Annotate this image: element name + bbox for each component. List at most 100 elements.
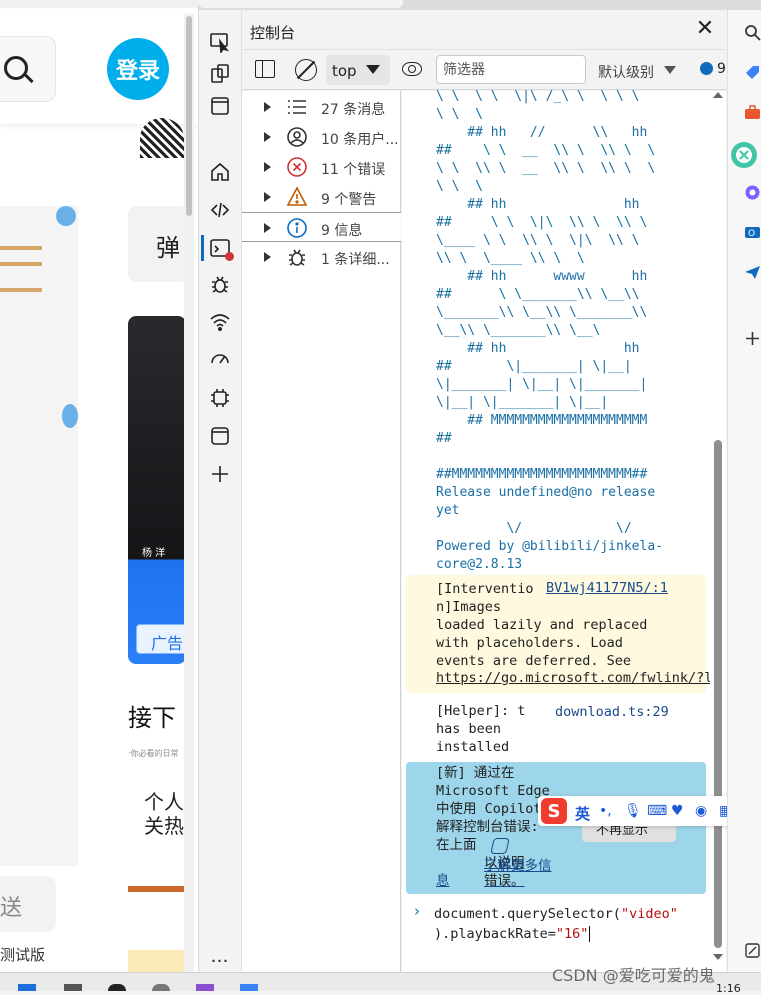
expand-arrow-icon[interactable] (264, 192, 271, 202)
console-input[interactable]: document.querySelector("video" ).playbac… (434, 904, 704, 944)
warning-icon (286, 186, 308, 208)
console-prompt-chevron-icon: › (414, 902, 420, 920)
beta-label[interactable]: 测试版 (0, 944, 45, 965)
recommend-card[interactable] (128, 950, 188, 972)
microphone-icon[interactable]: 🎙 (624, 803, 642, 819)
close-icon[interactable]: ✕ (693, 18, 717, 42)
console-scrollbar-thumb[interactable] (714, 440, 722, 948)
text-caret (589, 926, 590, 942)
console-filter-input[interactable] (436, 55, 586, 84)
recommend-card-text[interactable]: 个人 关热 (144, 790, 184, 838)
punctuation-icon[interactable]: •, (599, 803, 612, 819)
video-player-area[interactable] (0, 206, 78, 866)
home-icon[interactable] (206, 158, 234, 186)
eye-icon-pupil (408, 65, 416, 73)
taskbar-clock[interactable]: 1:16 (716, 982, 741, 995)
player-control-dot[interactable] (56, 206, 76, 226)
start-button-icon[interactable] (18, 984, 36, 991)
webpage-top-strip (0, 0, 198, 8)
sidebar-item-warnings[interactable]: 9 个警告 (242, 182, 401, 212)
expand-arrow-icon[interactable] (264, 162, 271, 172)
webpage-scrollbar-thumb[interactable] (186, 16, 192, 216)
more-tools-icon[interactable]: … (206, 942, 234, 970)
copilot-learn-more-link[interactable]: 了解更多信 (484, 854, 552, 874)
helper-source-link[interactable]: download.ts:29 (555, 704, 669, 720)
sidebar-item-info[interactable]: 9 信息 (242, 212, 401, 242)
search-icon[interactable] (744, 24, 761, 41)
shopping-tag-icon[interactable] (744, 64, 761, 81)
code-token: document.querySelector( (434, 906, 621, 922)
context-selector-value: top (332, 62, 357, 80)
scroll-up-arrow-icon[interactable] (713, 92, 723, 98)
expand-arrow-icon[interactable] (264, 102, 271, 112)
code-string-token: "video" (620, 906, 678, 922)
application-panel-icon[interactable] (206, 422, 234, 450)
inspect-element-icon[interactable] (206, 28, 234, 56)
outlook-icon[interactable]: O (744, 224, 761, 241)
elements-icon[interactable] (206, 196, 234, 224)
send-icon[interactable] (744, 264, 761, 281)
ime-language-toggle[interactable]: 英 (575, 803, 590, 824)
keyboard-icon[interactable]: ⌨ (647, 803, 667, 819)
sidebar-item-errors[interactable]: 11 个错误 (242, 152, 401, 182)
taskbar-app-icon[interactable] (108, 984, 126, 991)
expand-arrow-icon[interactable] (264, 252, 271, 262)
memory-chip-icon[interactable] (206, 384, 234, 412)
device-emulation-icon[interactable] (206, 60, 234, 88)
bug-icon (286, 246, 308, 268)
performance-gauge-icon[interactable] (206, 344, 234, 372)
sidebar-item-label: 1 条详细... (321, 252, 390, 268)
login-button[interactable]: 登录 (107, 38, 169, 100)
taskbar-app-icon[interactable] (64, 984, 82, 991)
taskbar-app-icon[interactable] (240, 984, 258, 991)
error-icon (286, 156, 308, 178)
warning-source-link[interactable]: BV1wj41177N5/:1 (546, 580, 668, 596)
devtools-activity-bar (198, 10, 242, 972)
taskbar-app-icon[interactable] (152, 984, 170, 991)
issues-chat-icon[interactable] (700, 62, 713, 75)
player-control-dot[interactable] (62, 404, 78, 428)
expand-arrow-icon[interactable] (264, 223, 271, 233)
danmu-button[interactable]: 弹 (128, 206, 188, 282)
uploader-avatar[interactable] (140, 118, 184, 158)
skin-icon[interactable]: ♥ (671, 803, 684, 819)
decorative-stripe (0, 288, 42, 292)
sidebar-item-label: 27 条消息 (321, 102, 386, 118)
next-up-heading: 接下 (128, 704, 176, 732)
sources-bug-icon[interactable] (206, 270, 234, 298)
user-icon (286, 126, 308, 148)
add-icon[interactable] (744, 330, 761, 347)
sidebar-settings-icon[interactable] (744, 942, 761, 959)
window-icon[interactable] (206, 92, 234, 120)
helper-log-text: [Helper]: t has been installed (436, 703, 526, 755)
csdn-watermark: CSDN @爱吃可爱的鬼 (552, 966, 715, 985)
sidebar-item-messages[interactable]: 27 条消息 (242, 92, 401, 122)
code-string-token: "16" (555, 926, 589, 942)
activity-selected-indicator (201, 235, 204, 261)
issues-count[interactable]: 9 (717, 61, 726, 77)
expand-arrow-icon[interactable] (264, 132, 271, 142)
recommend-card-bar (128, 886, 188, 892)
copilot-learn-more-link-tail[interactable]: 息 (436, 872, 450, 890)
devtools-panel-title: 控制台 (250, 24, 296, 42)
copilot-icon[interactable] (744, 184, 761, 201)
console-ascii-banner: \ \ \ \ \|\ /_\ \ \ \ \ \ \ \ ## hh // \… (436, 89, 663, 572)
taskbar-app-icon[interactable] (196, 984, 214, 991)
ad-video-card[interactable] (128, 316, 186, 664)
decorative-stripe (0, 246, 42, 250)
add-tool-icon[interactable] (206, 460, 234, 488)
sogou-logo-icon[interactable]: S (541, 798, 567, 824)
sidebar-item-verbose[interactable]: 1 条详细... (242, 242, 401, 272)
send-danmu-button[interactable]: 送 (0, 876, 56, 932)
gamepad-icon[interactable]: ◉ (695, 803, 707, 819)
scroll-down-arrow-icon[interactable] (713, 954, 723, 960)
toolbox-icon[interactable] (744, 104, 761, 121)
chevron-down-icon (664, 66, 676, 74)
warning-docs-link[interactable]: https://go.microsoft.com/fwlink/?l (436, 670, 710, 686)
game-avatar-icon[interactable] (729, 140, 759, 170)
browser-active-tab[interactable] (198, 0, 403, 8)
sidebar-item-user-messages[interactable]: 10 条用户... (242, 122, 401, 152)
ad-button[interactable]: 广告 (136, 624, 188, 654)
log-levels-dropdown[interactable]: 默认级别 (598, 62, 654, 82)
network-wifi-icon[interactable] (206, 308, 234, 336)
